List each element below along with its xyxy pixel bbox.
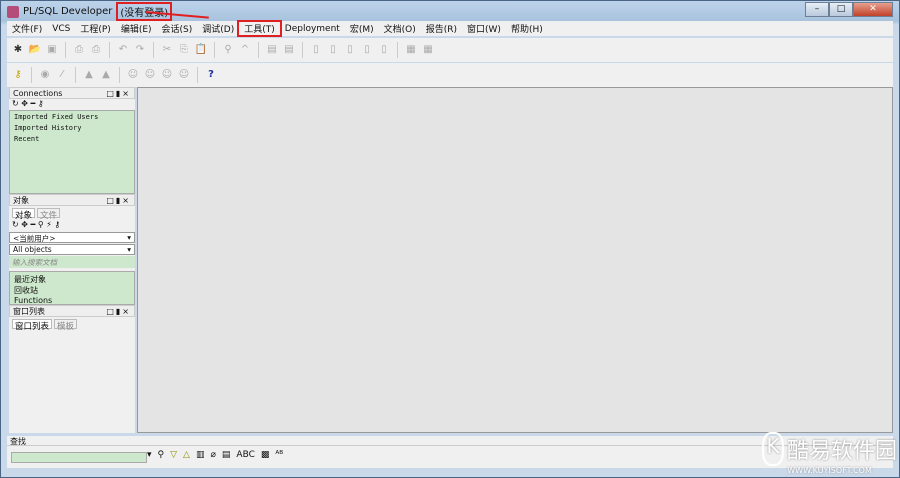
profile-icon[interactable]: ☺ (177, 68, 191, 82)
connections-header: Connections □▮× (9, 87, 135, 99)
commit-icon[interactable]: ▯ (309, 43, 323, 57)
binoculars-icon[interactable]: ⚲ (158, 450, 165, 460)
user-select[interactable]: <当前用户> ▾ (9, 232, 135, 243)
step-icon[interactable]: ▤ (282, 43, 296, 57)
save-icon[interactable]: ▣ (45, 43, 59, 57)
workspace-area (137, 87, 893, 433)
menu-debug[interactable]: 调试(D) (197, 22, 239, 35)
objects-tree: 最近对象 回收站 Functions (9, 271, 135, 305)
window-list-tabs: 窗口列表 模板 (9, 317, 135, 332)
window-controls: – □ ✕ (805, 2, 893, 17)
tree-item[interactable]: 回收站 (14, 285, 130, 296)
find-next-icon[interactable]: ▽ (170, 450, 177, 460)
undo-icon[interactable]: ↶ (116, 43, 130, 57)
tree-item[interactable]: Imported Fixed Users (14, 113, 130, 124)
menu-bar: 文件(F) VCS 工程(P) 编辑(E) 会话(S) 调试(D) 工具(T) … (7, 20, 893, 37)
tree-item[interactable]: 最近对象 (14, 274, 130, 285)
menu-document[interactable]: 文档(O) (379, 22, 421, 35)
connect-icon[interactable]: ◉ (38, 68, 52, 82)
close-button[interactable]: ✕ (853, 2, 893, 17)
help-icon[interactable]: ? (204, 68, 218, 82)
menu-project[interactable]: 工程(P) (75, 22, 115, 35)
menu-vcs[interactable]: VCS (47, 24, 75, 34)
maximize-button[interactable]: □ (829, 2, 853, 17)
find-toolbar: ▾ ⚲ ▽ △ ▥ ⌀ ▤ ABC ▩ ᴬᴮ (147, 450, 283, 460)
menu-help[interactable]: 帮助(H) (506, 22, 548, 35)
print-preview-icon[interactable]: ⎙ (89, 43, 103, 57)
new-icon[interactable]: ✱ (11, 43, 25, 57)
tab-templates[interactable]: 模板 (54, 319, 78, 332)
role-icon[interactable]: ☺ (160, 68, 174, 82)
regex-icon[interactable]: ᴬᴮ (275, 450, 283, 460)
menu-edit[interactable]: 编辑(E) (116, 22, 157, 35)
redo-icon[interactable]: ↷ (133, 43, 147, 57)
dropdown-icon[interactable]: ▾ (147, 450, 152, 460)
objects-tabs: 对象 文件 (9, 206, 135, 221)
find-input[interactable] (11, 452, 147, 463)
menu-deployment[interactable]: Deployment (280, 24, 345, 34)
cascade-icon[interactable]: ▦ (421, 43, 435, 57)
paste-icon[interactable]: 📋 (194, 43, 208, 57)
key-icon[interactable]: ⚷ (11, 68, 25, 82)
tab-objects[interactable]: 对象 (12, 208, 36, 221)
menu-tools[interactable]: 工具(T) (237, 20, 282, 37)
find-icon[interactable]: ⚲ (221, 43, 235, 57)
clear-icon[interactable]: ⌀ (210, 450, 215, 460)
objects-header: 对象 □▮× (9, 194, 135, 206)
execute-icon[interactable]: ▤ (265, 43, 279, 57)
users-icon[interactable]: ☺ (143, 68, 157, 82)
left-panel: Connections □▮× ↻ ✥ ━ ⚷ Imported Fixed Us… (9, 87, 135, 433)
menu-session[interactable]: 会话(S) (157, 22, 198, 35)
copy-icon[interactable]: ⎘ (177, 43, 191, 57)
menu-report[interactable]: 报告(R) (421, 22, 462, 35)
window-list-header: 窗口列表 □▮× (9, 305, 135, 317)
db-icon[interactable]: ▲ (82, 68, 96, 82)
case-icon[interactable]: ABC (236, 450, 254, 460)
menu-window[interactable]: 窗口(W) (462, 22, 506, 35)
minimize-button[interactable]: – (805, 2, 829, 17)
cut-icon[interactable]: ✂ (160, 43, 174, 57)
connections-tree: Imported Fixed Users Imported History Re… (9, 110, 135, 194)
find-label: 查找 (7, 436, 893, 446)
watermark-logo: K (762, 432, 785, 466)
connections-toolbar[interactable]: ↻ ✥ ━ ⚷ (9, 99, 135, 110)
tab-window-list[interactable]: 窗口列表 (12, 319, 53, 332)
object-search-input[interactable]: 输入搜索文档 (9, 256, 135, 268)
options-icon[interactable]: ▤ (222, 450, 231, 460)
compile-icon[interactable]: ▯ (377, 43, 391, 57)
replace-icon[interactable]: ^ (238, 43, 252, 57)
whole-word-icon[interactable]: ▩ (261, 450, 270, 460)
rollback-icon[interactable]: ▯ (326, 43, 340, 57)
explain-icon[interactable]: ▯ (360, 43, 374, 57)
tile-icon[interactable]: ▦ (404, 43, 418, 57)
highlight-icon[interactable]: ▥ (196, 450, 205, 460)
tab-files[interactable]: 文件 (37, 208, 61, 221)
app-icon (7, 5, 19, 18)
find-bar: 查找 ▾ ⚲ ▽ △ ▥ ⌀ ▤ ABC ▩ ᴬᴮ (7, 436, 893, 468)
menu-macro[interactable]: 宏(M) (345, 22, 379, 35)
menu-file[interactable]: 文件(F) (7, 22, 47, 35)
db2-icon[interactable]: ▲ (99, 68, 113, 82)
tree-item[interactable]: Recent (14, 135, 130, 146)
app-title: PL/SQL Developer (23, 6, 113, 17)
disconnect-icon[interactable]: ⁄ (55, 68, 69, 82)
objects-toolbar[interactable]: ↻ ✥ ━ ⚲ ⚡ ⚷ (9, 220, 135, 231)
open-icon[interactable]: 📂 (28, 43, 42, 57)
print-icon[interactable]: ⎙ (72, 43, 86, 57)
describe-icon[interactable]: ▯ (343, 43, 357, 57)
panel-controls[interactable]: □▮× (106, 89, 131, 98)
secondary-toolbar: ⚷ ◉ ⁄ ▲ ▲ ☺ ☺ ☺ ☺ ? (7, 63, 893, 87)
find-previous-icon[interactable]: △ (183, 450, 190, 460)
tree-item[interactable]: Imported History (14, 124, 130, 135)
app-window: PL/SQL Developer (没有登录) – □ ✕ 文件(F) VCS … (0, 0, 900, 478)
user-icon[interactable]: ☺ (126, 68, 140, 82)
watermark: K 酷易软件园 WWW.KUYISOFT.COM (762, 432, 897, 475)
main-toolbar: ✱ 📂 ▣ ⎙ ⎙ ↶ ↷ ✂ ⎘ 📋 ⚲ ^ ▤ ▤ ▯ ▯ ▯ ▯ ▯ ▦ ▦ (7, 38, 893, 62)
type-select[interactable]: All objects ▾ (9, 244, 135, 255)
